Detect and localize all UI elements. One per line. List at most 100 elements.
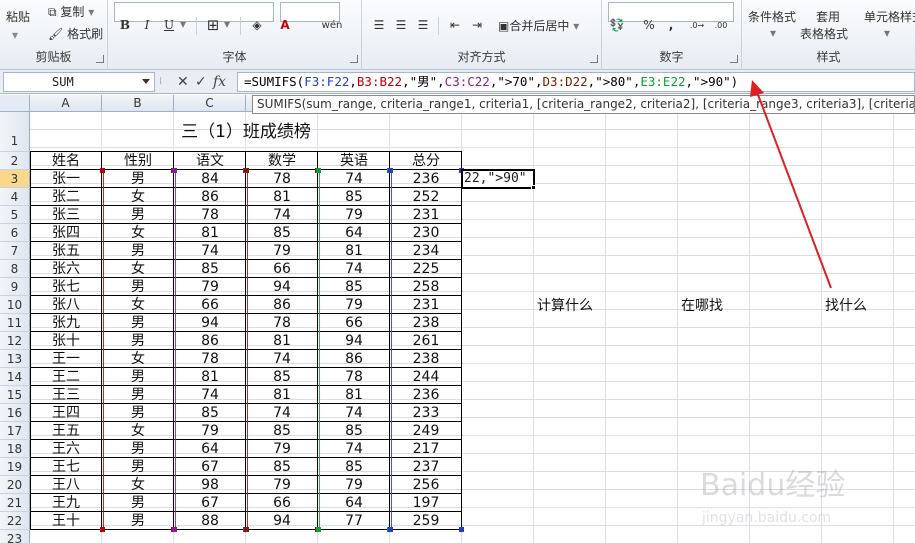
header-cell[interactable]: 性别 <box>102 152 174 170</box>
underline-button[interactable]: U <box>160 17 178 33</box>
range-handle[interactable] <box>244 527 249 532</box>
table-cell[interactable]: 85 <box>174 404 246 422</box>
table-cell[interactable]: 男 <box>102 458 174 476</box>
table-cell[interactable]: 74 <box>246 404 318 422</box>
row-header-2[interactable]: 2 <box>0 152 30 170</box>
row-header-23[interactable]: 23 <box>0 530 30 543</box>
alignment-launcher-icon[interactable] <box>590 55 598 63</box>
table-cell[interactable]: 74 <box>318 170 390 188</box>
name-cell[interactable]: 张一 <box>30 170 102 188</box>
table-cell[interactable]: 236 <box>390 170 462 188</box>
fill-color-icon[interactable]: ◈ <box>248 17 266 33</box>
name-cell[interactable]: 王四 <box>30 404 102 422</box>
table-cell[interactable]: 94 <box>246 278 318 296</box>
table-cell[interactable]: 230 <box>390 224 462 242</box>
table-cell[interactable]: 79 <box>246 440 318 458</box>
table-cell[interactable]: 81 <box>246 386 318 404</box>
table-cell[interactable]: 女 <box>102 188 174 206</box>
name-cell[interactable]: 王九 <box>30 494 102 512</box>
table-cell[interactable]: 85 <box>246 368 318 386</box>
table-cell[interactable]: 85 <box>246 458 318 476</box>
table-cell[interactable]: 79 <box>174 278 246 296</box>
table-cell[interactable]: 244 <box>390 368 462 386</box>
table-cell[interactable]: 66 <box>246 494 318 512</box>
header-cell[interactable]: 语文 <box>174 152 246 170</box>
table-cell[interactable]: 261 <box>390 332 462 350</box>
table-cell[interactable]: 79 <box>246 242 318 260</box>
table-cell[interactable]: 231 <box>390 296 462 314</box>
increase-indent-icon[interactable]: ⇥ <box>468 17 486 33</box>
table-cell[interactable]: 男 <box>102 314 174 332</box>
table-cell[interactable]: 236 <box>390 386 462 404</box>
table-cell[interactable]: 男 <box>102 332 174 350</box>
column-header-b[interactable]: B <box>102 95 174 112</box>
range-handle[interactable] <box>459 527 464 532</box>
name-cell[interactable]: 张五 <box>30 242 102 260</box>
row-header-15[interactable]: 15 <box>0 386 30 404</box>
border-icon[interactable]: ⊞ <box>204 17 222 33</box>
table-cell[interactable]: 男 <box>102 440 174 458</box>
row-header-22[interactable]: 22 <box>0 512 30 530</box>
table-cell[interactable]: 74 <box>174 386 246 404</box>
table-cell[interactable]: 女 <box>102 350 174 368</box>
range-handle[interactable] <box>388 527 393 532</box>
merge-center-button[interactable]: ▣合并后居中 ▾ <box>498 17 579 34</box>
align-center-icon[interactable]: ☰ <box>392 17 410 33</box>
row-header-20[interactable]: 20 <box>0 476 30 494</box>
border-dropdown-icon[interactable]: ▾ <box>224 17 230 31</box>
table-cell[interactable]: 249 <box>390 422 462 440</box>
table-cell[interactable]: 女 <box>102 422 174 440</box>
column-header-c[interactable]: C <box>174 95 246 112</box>
cancel-icon[interactable]: ✕ <box>177 72 189 92</box>
name-cell[interactable]: 王七 <box>30 458 102 476</box>
table-cell[interactable]: 94 <box>318 332 390 350</box>
row-header-18[interactable]: 18 <box>0 440 30 458</box>
table-cell[interactable]: 258 <box>390 278 462 296</box>
table-cell[interactable]: 64 <box>318 224 390 242</box>
italic-button[interactable]: I <box>138 17 156 33</box>
name-cell[interactable]: 张八 <box>30 296 102 314</box>
header-cell[interactable]: 英语 <box>318 152 390 170</box>
table-cell[interactable]: 男 <box>102 368 174 386</box>
cell-styles-dropdown-icon[interactable]: ▾ <box>884 26 890 40</box>
row-header-14[interactable]: 14 <box>0 368 30 386</box>
table-cell[interactable]: 86 <box>318 350 390 368</box>
range-handle[interactable] <box>172 527 177 532</box>
table-cell[interactable]: 81 <box>174 224 246 242</box>
table-cell[interactable]: 81 <box>246 188 318 206</box>
row-header-19[interactable]: 19 <box>0 458 30 476</box>
table-cell[interactable]: 74 <box>318 260 390 278</box>
conditional-dropdown-icon[interactable]: ▾ <box>770 26 776 40</box>
table-cell[interactable]: 225 <box>390 260 462 278</box>
table-cell[interactable]: 74 <box>246 206 318 224</box>
table-cell[interactable]: 197 <box>390 494 462 512</box>
number-launcher-icon[interactable] <box>730 55 738 63</box>
range-handle[interactable] <box>100 527 105 532</box>
header-cell[interactable]: 总分 <box>390 152 462 170</box>
name-cell[interactable]: 王十 <box>30 512 102 530</box>
table-cell[interactable]: 78 <box>318 368 390 386</box>
table-cell[interactable]: 81 <box>246 332 318 350</box>
table-cell[interactable]: 79 <box>318 296 390 314</box>
active-cell-g3[interactable]: 22,">90" <box>461 169 535 189</box>
row-header-9[interactable]: 9 <box>0 278 30 296</box>
table-cell[interactable]: 74 <box>318 440 390 458</box>
clipboard-launcher-icon[interactable] <box>96 55 104 63</box>
table-cell[interactable]: 85 <box>318 458 390 476</box>
name-cell[interactable]: 张四 <box>30 224 102 242</box>
insert-function-icon[interactable]: fx <box>213 72 226 92</box>
fill-handle[interactable] <box>531 185 536 190</box>
table-cell[interactable]: 79 <box>246 476 318 494</box>
table-cell[interactable]: 81 <box>174 368 246 386</box>
table-cell[interactable]: 252 <box>390 188 462 206</box>
row-header-17[interactable]: 17 <box>0 422 30 440</box>
table-cell[interactable]: 74 <box>174 242 246 260</box>
table-cell[interactable]: 79 <box>318 206 390 224</box>
range-handle[interactable] <box>316 527 321 532</box>
font-launcher-icon[interactable] <box>350 55 358 63</box>
table-cell[interactable]: 86 <box>174 188 246 206</box>
table-cell[interactable]: 78 <box>174 350 246 368</box>
name-cell[interactable]: 王三 <box>30 386 102 404</box>
table-cell[interactable]: 85 <box>246 422 318 440</box>
table-cell[interactable]: 男 <box>102 512 174 530</box>
